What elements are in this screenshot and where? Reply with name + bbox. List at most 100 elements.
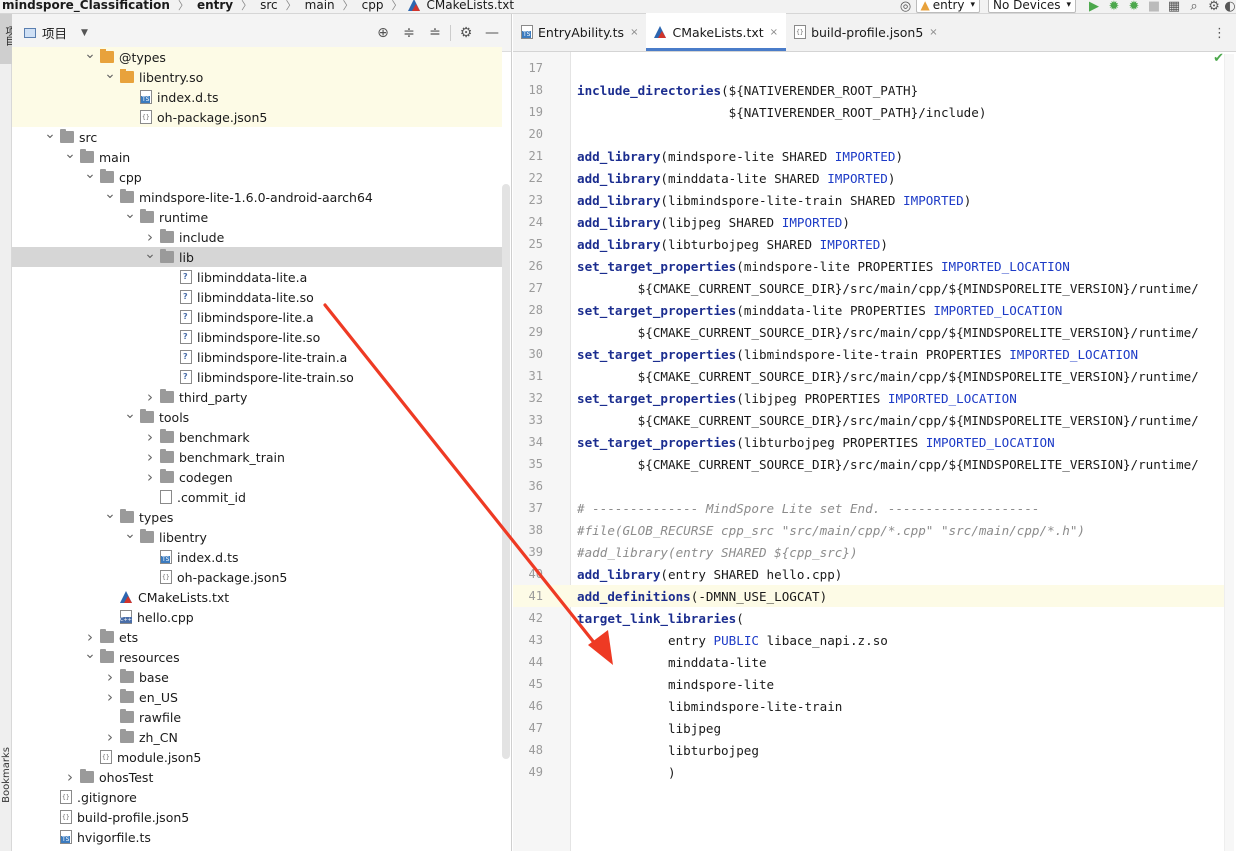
tree-item[interactable]: ⌄ cpp [12, 166, 502, 187]
close-icon[interactable]: × [929, 27, 937, 38]
editor-scrollbar[interactable] [1224, 54, 1234, 851]
editor-tab[interactable]: build-profile.json5 × [786, 13, 946, 51]
project-tool-tab[interactable]: 项目 [0, 14, 14, 64]
tree-item[interactable]: oh-package.json5 [12, 107, 502, 127]
stop-icon[interactable]: ■ [1144, 0, 1164, 13]
code-line[interactable]: 49 ) [513, 761, 1233, 783]
code-line[interactable]: 39 #add_library(entry SHARED ${cpp_src}) [513, 541, 1233, 563]
tree-item[interactable]: libmindspore-lite-train.a [12, 347, 502, 367]
chevron-down-icon[interactable]: ⌄ [104, 66, 116, 82]
update-icon[interactable]: ◐ [1224, 0, 1236, 13]
tree-item[interactable]: .commit_id [12, 487, 502, 507]
breadcrumb-item[interactable]: entry [195, 0, 235, 11]
code-line[interactable]: 48 libturbojpeg [513, 739, 1233, 761]
tree-item[interactable]: ⌄ tools [12, 406, 502, 427]
tree-item[interactable]: .gitignore [12, 787, 502, 807]
tree-item[interactable]: ⌄ lib [12, 246, 502, 267]
breadcrumb-item[interactable]: src [258, 0, 280, 11]
gear-icon[interactable]: ⚙ [1204, 0, 1224, 13]
chevron-down-icon[interactable]: ⌄ [104, 506, 116, 522]
code-line[interactable]: 30 set_target_properties(libmindspore-lit… [513, 343, 1233, 365]
code-line[interactable]: 29 ${CMAKE_CURRENT_SOURCE_DIR}/src/main/… [513, 321, 1233, 343]
code-line[interactable]: 24 add_library(libjpeg SHARED IMPORTED) [513, 211, 1233, 233]
chevron-down-icon[interactable]: ⌄ [64, 146, 76, 162]
chevron-down-icon[interactable]: ⌄ [144, 246, 156, 262]
code-line[interactable]: 27 ${CMAKE_CURRENT_SOURCE_DIR}/src/main/… [513, 277, 1233, 299]
tree-item[interactable]: libminddata-lite.so [12, 287, 502, 307]
code-line[interactable]: 28 set_target_properties(minddata-lite PR… [513, 299, 1233, 321]
attach-debugger-icon[interactable]: ✹ [1124, 0, 1144, 13]
code-line[interactable]: 17 [513, 57, 1233, 79]
code-line[interactable]: 22 add_library(minddata-lite SHARED IMPOR… [513, 167, 1233, 189]
breadcrumb-item[interactable]: mindspore_Classification [0, 0, 172, 11]
tree-item[interactable]: ⌄ libentry.so [12, 66, 502, 87]
chevron-down-icon[interactable]: ⌄ [44, 126, 56, 142]
tree-item[interactable]: index.d.ts [12, 87, 502, 107]
run-config-select[interactable]: ▲ entry ▾ [915, 0, 981, 13]
tree-item[interactable]: index.d.ts [12, 547, 502, 567]
code-line[interactable]: 37 # -------------- MindSpore Lite set En… [513, 497, 1233, 519]
tree-item[interactable]: › benchmark_train [12, 447, 502, 467]
editor-tab[interactable]: EntryAbility.ts × [513, 13, 646, 51]
code-line[interactable]: 20 [513, 123, 1233, 145]
tree-item[interactable]: › base [12, 667, 502, 687]
code-line[interactable]: 36 [513, 475, 1233, 497]
code-line[interactable]: 46 libmindspore-lite-train [513, 695, 1233, 717]
tree-item[interactable]: › zh_CN [12, 727, 502, 747]
project-view-selector[interactable]: 项目 ▼ [24, 23, 88, 42]
tree-item[interactable]: libminddata-lite.a [12, 267, 502, 287]
tree-item[interactable]: › en_US [12, 687, 502, 707]
editor-tab[interactable]: CMakeLists.txt × [646, 13, 787, 51]
code-line[interactable]: 45 mindspore-lite [513, 673, 1233, 695]
chevron-down-icon[interactable]: ⌄ [84, 46, 96, 62]
more-tabs-icon[interactable]: ⋮ [1213, 26, 1226, 41]
code-line[interactable]: 33 ${CMAKE_CURRENT_SOURCE_DIR}/src/main/… [513, 409, 1233, 431]
chevron-down-icon[interactable]: ⌄ [84, 166, 96, 182]
tree-scrollbar[interactable] [502, 184, 510, 759]
tree-item[interactable]: libmindspore-lite.a [12, 307, 502, 327]
tree-item[interactable]: oh-package.json5 [12, 567, 502, 587]
code-line[interactable]: 18 include_directories(${NATIVERENDER_ROO… [513, 79, 1233, 101]
tree-item[interactable]: › ohosTest [12, 767, 502, 787]
bookmarks-tool-tab[interactable]: Bookmarks [0, 747, 12, 837]
hide-panel-icon[interactable]: — [479, 25, 505, 41]
code-line[interactable]: 34 set_target_properties(libturbojpeg PRO… [513, 431, 1233, 453]
chevron-right-icon[interactable]: › [144, 448, 156, 466]
gear-icon[interactable]: ⚙ [453, 25, 479, 41]
tree-item[interactable]: libmindspore-lite-train.so [12, 367, 502, 387]
tree-item[interactable]: CMakeLists.txt [12, 587, 502, 607]
tree-item[interactable]: build-profile.json5 [12, 807, 502, 827]
chevron-right-icon[interactable]: › [104, 728, 116, 746]
code-line[interactable]: 38 #file(GLOB_RECURSE cpp_src "src/main/c… [513, 519, 1233, 541]
debug-icon[interactable]: ✹ [1104, 0, 1124, 13]
code-line[interactable]: 21 add_library(mindspore-lite SHARED IMPO… [513, 145, 1233, 167]
tree-item[interactable]: ⌄ types [12, 506, 502, 527]
collapse-all-icon[interactable]: ≐ [422, 25, 448, 41]
search-icon[interactable]: ⌕ [1184, 0, 1204, 13]
code-line[interactable]: 23 add_library(libmindspore-lite-train SH… [513, 189, 1233, 211]
chevron-right-icon[interactable]: › [144, 388, 156, 406]
code-line[interactable]: 35 ${CMAKE_CURRENT_SOURCE_DIR}/src/main/… [513, 453, 1233, 475]
code-line[interactable]: 41 add_definitions(-DMNN_USE_LOGCAT) [513, 585, 1233, 607]
code-line[interactable]: 19 ${NATIVERENDER_ROOT_PATH}/include) [513, 101, 1233, 123]
chevron-right-icon[interactable]: › [104, 688, 116, 706]
tree-item[interactable]: ⌄ resources [12, 646, 502, 667]
tree-item[interactable]: module.json5 [12, 747, 502, 767]
tree-item[interactable]: › third_party [12, 387, 502, 407]
code-line[interactable]: 43 entry PUBLIC libace_napi.z.so [513, 629, 1233, 651]
tree-item[interactable]: ⌄ @types [12, 46, 502, 67]
run-icon[interactable]: ▶ [1084, 0, 1104, 13]
code-line[interactable]: 32 set_target_properties(libjpeg PROPERTI… [513, 387, 1233, 409]
chevron-right-icon[interactable]: › [84, 628, 96, 646]
target-icon[interactable]: ◎ [896, 0, 916, 13]
chevron-down-icon[interactable]: ⌄ [104, 186, 116, 202]
project-structure-icon[interactable]: ▦ [1164, 0, 1184, 13]
code-line[interactable]: 26 set_target_properties(mindspore-lite P… [513, 255, 1233, 277]
code-line[interactable]: 25 add_library(libturbojpeg SHARED IMPORT… [513, 233, 1233, 255]
chevron-down-icon[interactable]: ⌄ [84, 646, 96, 662]
chevron-right-icon[interactable]: › [144, 428, 156, 446]
chevron-right-icon[interactable]: › [64, 768, 76, 786]
code-line[interactable]: 40 add_library(entry SHARED hello.cpp) [513, 563, 1233, 585]
close-icon[interactable]: × [770, 27, 778, 38]
code-line[interactable]: 31 ${CMAKE_CURRENT_SOURCE_DIR}/src/main/… [513, 365, 1233, 387]
